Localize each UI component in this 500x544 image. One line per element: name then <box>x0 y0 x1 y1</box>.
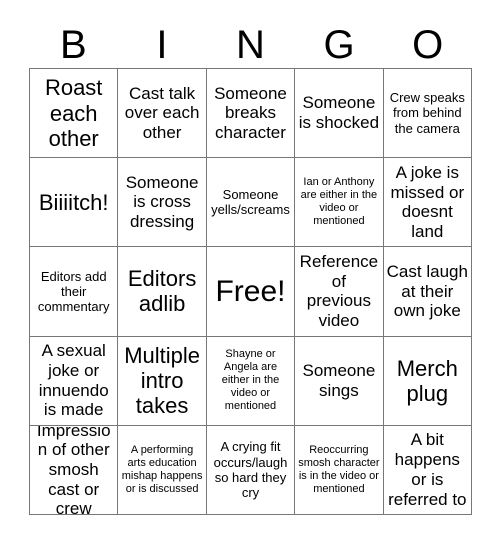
bingo-cell-label: Someone breaks character <box>214 83 287 142</box>
bingo-header: B I N G O <box>29 22 472 68</box>
bingo-cell-b1[interactable]: Roast each other <box>30 69 119 159</box>
bingo-cell-label: Multiple intro takes <box>124 343 200 419</box>
bingo-header-letter-o: O <box>412 23 444 67</box>
bingo-cell-o3[interactable]: Cast laugh at their own joke <box>383 247 472 337</box>
bingo-cell-o5[interactable]: A bit happens or is referred to <box>383 425 472 515</box>
bingo-cell-label: Biiiitch! <box>38 189 109 215</box>
bingo-cell-n2[interactable]: Someone yells/screams <box>206 158 296 248</box>
bingo-cell-g1[interactable]: Someone is shocked <box>295 69 384 159</box>
bingo-cell-b5[interactable]: Impression of other smosh cast or crew <box>30 425 119 515</box>
bingo-cell-i4[interactable]: Multiple intro takes <box>118 336 207 426</box>
bingo-header-letter-i: I <box>156 23 168 67</box>
bingo-cell-label: A sexual joke or innuendo is made <box>38 341 109 420</box>
bingo-cell-label: A performing arts education mishap happe… <box>121 443 203 496</box>
bingo-cell-label: A bit happens or is referred to <box>388 430 467 509</box>
bingo-cell-i3[interactable]: Editors adlib <box>118 247 207 337</box>
bingo-grid: Roast each other Cast talk over each oth… <box>29 68 472 515</box>
bingo-cell-free-space[interactable]: Free! <box>206 247 296 337</box>
bingo-cell-o4[interactable]: Merch plug <box>383 336 472 426</box>
bingo-cell-label: Roast each other <box>44 75 103 151</box>
bingo-cell-b2[interactable]: Biiiitch! <box>30 158 119 248</box>
bingo-cell-i1[interactable]: Cast talk over each other <box>118 69 207 159</box>
bingo-cell-label: Cast talk over each other <box>124 83 200 142</box>
bingo-header-letter-n: N <box>236 23 265 67</box>
bingo-cell-g2[interactable]: Ian or Anthony are either in the video o… <box>295 158 384 248</box>
bingo-cell-label: A crying fit occurs/laugh so hard they c… <box>213 439 288 501</box>
bingo-cell-label: A joke is missed or doesnt land <box>390 162 465 241</box>
bingo-cell-b3[interactable]: Editors add their commentary <box>30 247 119 337</box>
bingo-cell-label: Someone yells/screams <box>211 186 290 218</box>
bingo-cell-n1[interactable]: Someone breaks character <box>206 69 296 159</box>
bingo-cell-label: Editors adlib <box>127 266 197 317</box>
bingo-cell-n5[interactable]: A crying fit occurs/laugh so hard they c… <box>206 425 296 515</box>
bingo-cell-label: Ian or Anthony are either in the video o… <box>300 175 378 228</box>
bingo-cell-o2[interactable]: A joke is missed or doesnt land <box>383 158 472 248</box>
bingo-cell-label: Impression of other smosh cast or crew <box>36 425 111 515</box>
bingo-cell-g5[interactable]: Reoccurring smosh character is in the vi… <box>295 425 384 515</box>
bingo-cell-o1[interactable]: Crew speaks from behind the camera <box>383 69 472 159</box>
bingo-cell-g3[interactable]: Reference of previous video <box>295 247 384 337</box>
bingo-cell-label: Someone sings <box>302 360 376 400</box>
bingo-cell-i2[interactable]: Someone is cross dressing <box>118 158 207 248</box>
bingo-cell-label: Reference of previous video <box>299 252 379 331</box>
bingo-cell-label: Someone is shocked <box>298 93 380 133</box>
bingo-cell-n4[interactable]: Shayne or Angela are either in the video… <box>206 336 296 426</box>
bingo-cell-label: Editors add their commentary <box>37 268 110 315</box>
bingo-cell-label: Merch plug <box>396 355 458 406</box>
bingo-cell-label: Crew speaks from behind the camera <box>389 90 465 136</box>
bingo-card: B I N G O Roast each other Cast talk ove… <box>0 0 500 544</box>
bingo-cell-label: Shayne or Angela are either in the video… <box>221 347 280 413</box>
bingo-cell-label: Reoccurring smosh character is in the vi… <box>298 443 380 496</box>
bingo-header-letter-g: G <box>323 23 355 67</box>
bingo-cell-g4[interactable]: Someone sings <box>295 336 384 426</box>
bingo-header-letter-b: B <box>59 23 87 67</box>
bingo-cell-label: Someone is cross dressing <box>125 172 199 232</box>
bingo-cell-label: Free! <box>215 274 286 308</box>
bingo-cell-label: Cast laugh at their own joke <box>386 261 468 321</box>
bingo-cell-b4[interactable]: A sexual joke or innuendo is made <box>30 336 119 426</box>
bingo-cell-i5[interactable]: A performing arts education mishap happe… <box>118 425 207 515</box>
